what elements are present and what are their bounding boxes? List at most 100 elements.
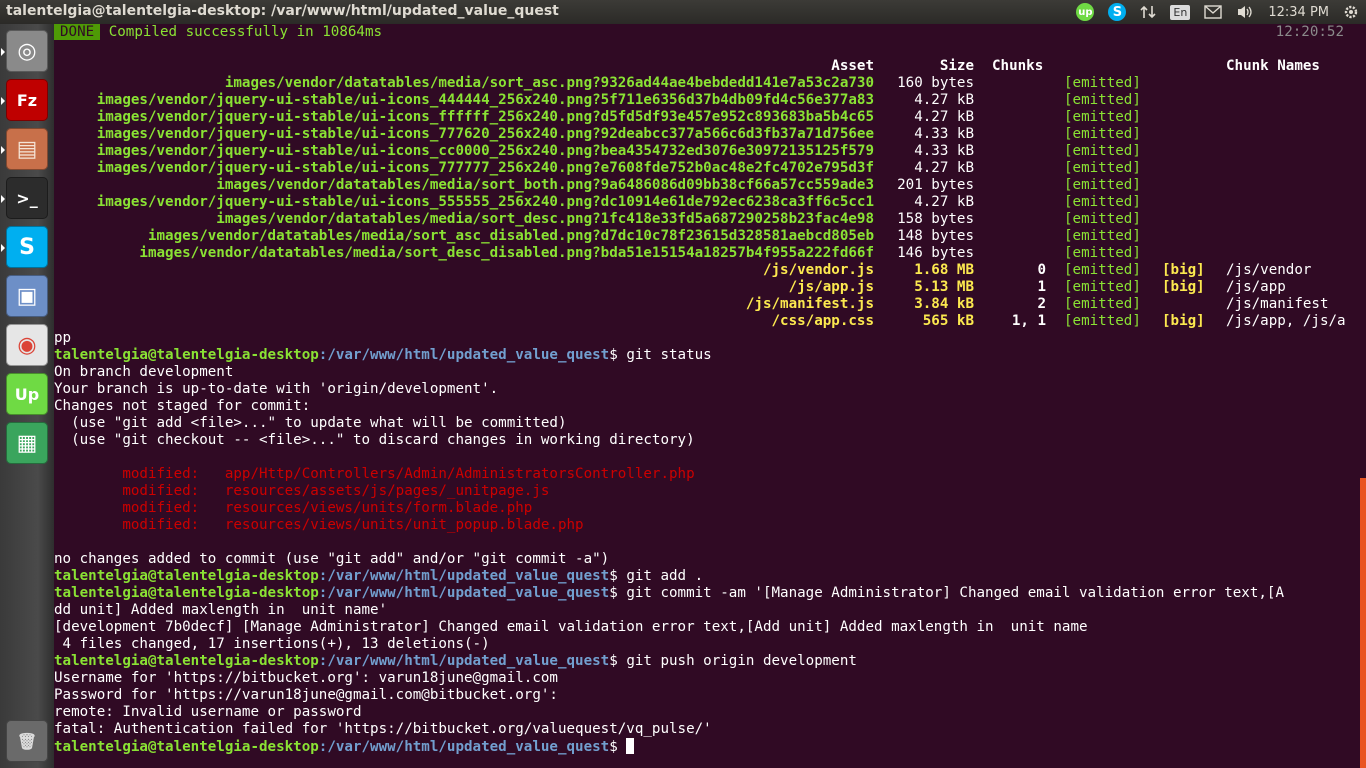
- asset-chunks: 1: [1037, 279, 1046, 295]
- spreadsheet-icon[interactable]: ▦: [6, 422, 48, 464]
- asset-emitted: [emitted]: [1064, 279, 1141, 295]
- output-text: Your branch is up-to-date with 'origin/d…: [54, 381, 499, 397]
- virtualbox-icon[interactable]: ▣: [6, 275, 48, 317]
- prompt-line: talentelgia@talentelgia-desktop:/var/www…: [54, 347, 1354, 364]
- upwork-tray-icon[interactable]: up: [1076, 3, 1095, 21]
- output-text: Username for 'https://bitbucket.org': va…: [54, 670, 558, 686]
- output-text: Password for 'https://varun18june@gmail.…: [54, 687, 558, 703]
- asset-chunks: 2: [1037, 296, 1046, 312]
- file-manager-icon[interactable]: ▤: [1, 128, 48, 170]
- network-icon[interactable]: [1140, 4, 1156, 20]
- modified-file: modified: resources/views/units/form.bla…: [54, 500, 533, 516]
- asset-name: images/vendor/jquery-ui-stable/ui-icons_…: [96, 109, 874, 125]
- terminal-icon[interactable]: >_: [1, 177, 48, 219]
- asset-name: /css/app.css: [771, 313, 875, 329]
- modified-file-line: modified: resources/assets/js/pages/_uni…: [54, 483, 1354, 500]
- terminal-glyph: >_: [16, 188, 38, 208]
- modified-file-line: modified: resources/views/units/form.bla…: [54, 500, 1354, 517]
- volume-icon[interactable]: [1236, 4, 1254, 20]
- asset-emitted: [emitted]: [1064, 296, 1141, 312]
- prompt-path: :/var/www/html/updated_value_quest: [318, 653, 610, 669]
- asset-size: 201 bytes: [897, 177, 974, 193]
- output-line: Username for 'https://bitbucket.org': va…: [54, 670, 1354, 687]
- asset-row: images/vendor/datatables/media/sort_both…: [54, 177, 1354, 194]
- prompt-user: talentelgia@talentelgia-desktop: [54, 739, 319, 755]
- prompt-symbol: $: [609, 568, 627, 584]
- asset-row: images/vendor/jquery-ui-stable/ui-icons_…: [54, 143, 1354, 160]
- header-chunks: Chunks: [992, 58, 1044, 74]
- skype-icon[interactable]: S: [1, 226, 48, 268]
- asset-name: images/vendor/jquery-ui-stable/ui-icons_…: [96, 126, 874, 142]
- asset-row: images/vendor/jquery-ui-stable/ui-icons_…: [54, 92, 1354, 109]
- output-text: remote: Invalid username or password: [54, 704, 362, 720]
- output-text: Changes not staged for commit:: [54, 398, 311, 414]
- output-line: (use "git checkout -- <file>..." to disc…: [54, 432, 1354, 449]
- asset-size: 4.27 kB: [914, 109, 974, 125]
- asset-name: images/vendor/datatables/media/sort_desc…: [216, 211, 874, 227]
- asset-size: 4.33 kB: [914, 126, 974, 142]
- asset-name: images/vendor/jquery-ui-stable/ui-icons_…: [96, 194, 874, 210]
- filezilla-glyph: Fz: [16, 90, 38, 110]
- asset-row: images/vendor/jquery-ui-stable/ui-icons_…: [54, 126, 1354, 143]
- terminal-output[interactable]: DONE Compiled successfully in 10864ms 12:…: [54, 24, 1354, 768]
- filezilla-icon[interactable]: Fz: [1, 79, 48, 121]
- asset-emitted: [emitted]: [1064, 228, 1141, 244]
- asset-size: 148 bytes: [897, 228, 974, 244]
- file-manager-glyph: ▤: [16, 136, 38, 162]
- asset-name: images/vendor/jquery-ui-stable/ui-icons_…: [96, 160, 874, 176]
- output-line: no changes added to commit (use "git add…: [54, 551, 1354, 568]
- asset-name: images/vendor/jquery-ui-stable/ui-icons_…: [96, 92, 874, 108]
- terminal-cursor: [626, 738, 635, 754]
- prompt-path: :/var/www/html/updated_value_quest: [318, 568, 610, 584]
- clock[interactable]: 12:34 PM: [1268, 5, 1329, 20]
- upwork-icon[interactable]: Up: [6, 373, 48, 415]
- asset-row: images/vendor/jquery-ui-stable/ui-icons_…: [54, 109, 1354, 126]
- asset-row: images/vendor/datatables/media/sort_asc_…: [54, 228, 1354, 245]
- prompt-symbol: $: [609, 653, 627, 669]
- asset-row: images/vendor/datatables/media/sort_desc…: [54, 211, 1354, 228]
- trash-icon[interactable]: 🗑: [6, 720, 48, 762]
- asset-row: /js/app.js 5.13 MB 1 [emitted] [big] /js/app: [54, 279, 1354, 296]
- asset-name: images/vendor/datatables/media/sort_desc…: [139, 245, 874, 261]
- output-line: Changes not staged for commit:: [54, 398, 1354, 415]
- asset-size: 158 bytes: [897, 211, 974, 227]
- spreadsheet-glyph: ▦: [16, 430, 38, 456]
- compiled-time: 12:20:52: [1275, 24, 1344, 40]
- asset-chunk-names: /js/vendor: [1226, 262, 1312, 278]
- running-indicator: [1, 97, 5, 105]
- asset-chunk-names: /js/manifest: [1226, 296, 1329, 312]
- asset-size: 4.27 kB: [914, 92, 974, 108]
- asset-emitted: [emitted]: [1064, 262, 1141, 278]
- prompt-line: talentelgia@talentelgia-desktop:/var/www…: [54, 568, 1354, 585]
- settings-gear-icon[interactable]: [1343, 4, 1359, 20]
- asset-size: 565 kB: [922, 313, 974, 329]
- asset-chunk-names: /js/app: [1226, 279, 1286, 295]
- header-chunk-names: Chunk Names: [1226, 58, 1320, 74]
- prompt-symbol: $: [609, 739, 627, 755]
- chrome-glyph: ◉: [17, 332, 37, 358]
- prompt-line: talentelgia@talentelgia-desktop:/var/www…: [54, 653, 1354, 670]
- ubuntu-dash-icon[interactable]: ◎: [1, 30, 48, 72]
- terminal-scrollbar[interactable]: [1360, 478, 1366, 768]
- asset-size: 3.84 kB: [914, 296, 974, 312]
- prompt-line: talentelgia@talentelgia-desktop:/var/www…: [54, 585, 1354, 602]
- chrome-icon[interactable]: ◉: [6, 324, 48, 366]
- skype-tray-icon[interactable]: S: [1108, 3, 1127, 21]
- asset-name: images/vendor/datatables/media/sort_asc.…: [224, 75, 874, 91]
- header-asset: Asset: [831, 58, 874, 74]
- asset-emitted: [emitted]: [1064, 75, 1141, 91]
- asset-emitted: [emitted]: [1064, 245, 1141, 261]
- keyboard-layout-indicator[interactable]: En: [1170, 4, 1191, 20]
- upwork-glyph: Up: [14, 384, 40, 404]
- window-title: talentelgia@talentelgia-desktop: /var/ww…: [6, 3, 559, 19]
- asset-row: images/vendor/datatables/media/sort_desc…: [54, 245, 1354, 262]
- output-line: (use "git add <file>..." to update what …: [54, 415, 1354, 432]
- asset-row: images/vendor/datatables/media/sort_asc.…: [54, 75, 1354, 92]
- asset-row: /js/vendor.js 1.68 MB 0 [emitted] [big] /js/v…: [54, 262, 1354, 279]
- output-line: On branch development: [54, 364, 1354, 381]
- modified-file: modified: app/Http/Controllers/Admin/Adm…: [54, 466, 695, 482]
- asset-big-flag: [big]: [1162, 262, 1205, 278]
- mail-icon[interactable]: [1204, 5, 1223, 19]
- prompt-symbol: $: [609, 585, 627, 601]
- asset-chunks: 1, 1: [1011, 313, 1046, 329]
